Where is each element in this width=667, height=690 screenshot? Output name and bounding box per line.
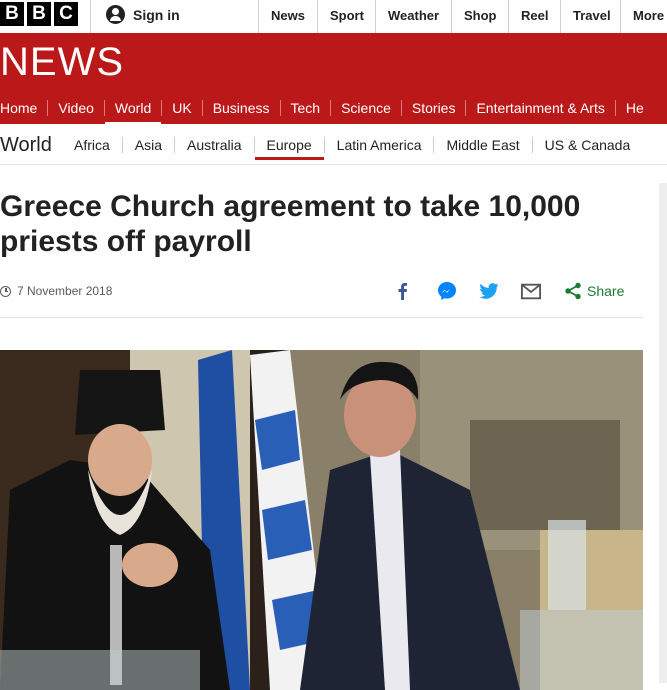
top-bar: B B C Sign in News Sport Weather Shop Re… xyxy=(0,0,667,34)
divider xyxy=(0,317,643,318)
top-nav: News Sport Weather Shop Reel Travel More xyxy=(258,0,667,33)
date-text: 7 November 2018 xyxy=(17,284,113,298)
clock-icon xyxy=(0,285,11,297)
sign-in-label: Sign in xyxy=(133,6,180,23)
article-headline: Greece Church agreement to take 10,000 p… xyxy=(0,190,581,258)
nav-tech[interactable]: Tech xyxy=(281,100,332,116)
divider xyxy=(90,0,91,33)
nav-entertainment-arts[interactable]: Entertainment & Arts xyxy=(466,100,616,116)
share-tools: Share xyxy=(392,281,624,301)
nav-stories[interactable]: Stories xyxy=(402,100,467,116)
section-title[interactable]: World xyxy=(0,134,52,157)
nav-home[interactable]: Home xyxy=(0,100,49,116)
top-nav-shop[interactable]: Shop xyxy=(451,0,508,33)
nav-health[interactable]: He xyxy=(616,100,654,116)
nav-world[interactable]: World xyxy=(104,100,163,125)
subnav-europe[interactable]: Europe xyxy=(253,137,324,160)
nav-business[interactable]: Business xyxy=(203,100,281,116)
bbc-logo[interactable]: B B C xyxy=(0,2,78,26)
top-nav-news[interactable]: News xyxy=(258,0,317,33)
top-nav-more[interactable]: More xyxy=(620,0,667,33)
section-nav: World Africa Asia Australia Europe Latin… xyxy=(0,124,667,165)
subnav-australia[interactable]: Australia xyxy=(174,137,253,153)
logo-letter: B xyxy=(27,2,51,26)
top-nav-sport[interactable]: Sport xyxy=(317,0,375,33)
share-label[interactable]: Share xyxy=(587,283,624,299)
subnav-us-canada[interactable]: US & Canada xyxy=(531,137,643,153)
top-nav-travel[interactable]: Travel xyxy=(560,0,620,33)
sign-in-link[interactable]: Sign in xyxy=(106,5,180,24)
top-nav-reel[interactable]: Reel xyxy=(508,0,560,33)
share-icon[interactable] xyxy=(563,281,583,301)
subnav-asia[interactable]: Asia xyxy=(121,137,174,153)
subnav-africa[interactable]: Africa xyxy=(62,137,122,153)
logo-letter: C xyxy=(54,2,78,26)
photo-illustration xyxy=(0,350,643,690)
facebook-icon[interactable] xyxy=(392,281,412,301)
twitter-icon[interactable] xyxy=(479,281,499,301)
sidebar-edge xyxy=(659,183,667,683)
subnav-latin-america[interactable]: Latin America xyxy=(323,137,434,153)
logo-letter: B xyxy=(0,2,24,26)
user-icon xyxy=(106,5,125,24)
article-photo xyxy=(0,350,643,690)
nav-uk[interactable]: UK xyxy=(162,100,203,116)
nav-science[interactable]: Science xyxy=(331,100,402,116)
subnav-middle-east[interactable]: Middle East xyxy=(433,137,531,153)
article-date: 7 November 2018 xyxy=(0,284,112,298)
email-icon[interactable] xyxy=(521,281,541,301)
nav-video[interactable]: Video xyxy=(48,100,105,116)
messenger-icon[interactable] xyxy=(437,281,457,301)
main-nav: Home Video World UK Business Tech Scienc… xyxy=(0,92,654,125)
top-nav-weather[interactable]: Weather xyxy=(375,0,451,33)
news-wordmark[interactable]: NEWS xyxy=(0,40,124,85)
